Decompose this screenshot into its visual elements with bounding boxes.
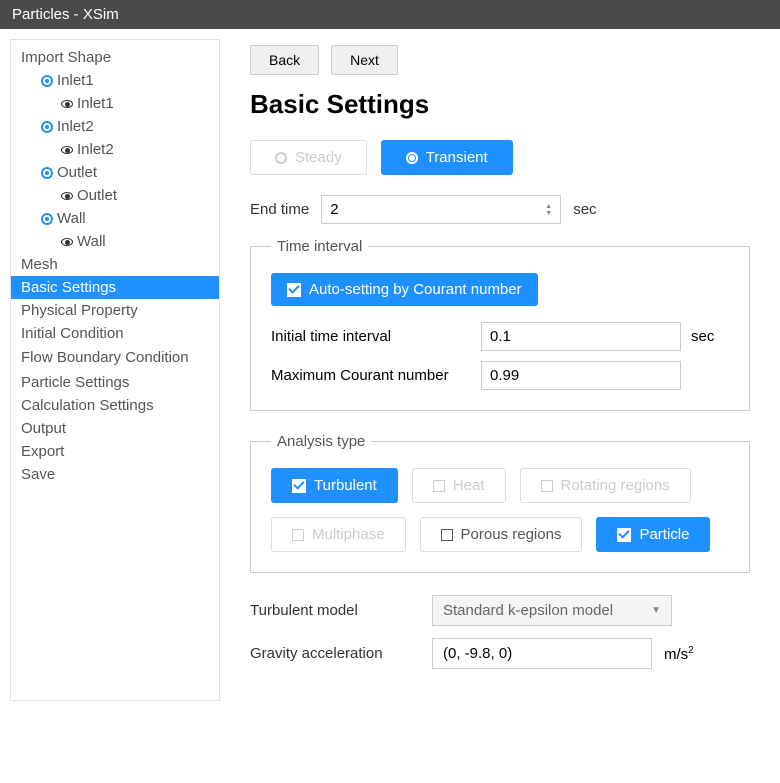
visibility-icon[interactable] xyxy=(41,213,53,225)
visibility-icon[interactable] xyxy=(61,146,73,154)
max-courant-input[interactable] xyxy=(481,361,681,390)
initial-interval-unit: sec xyxy=(691,328,714,345)
gravity-label: Gravity acceleration xyxy=(250,645,420,662)
analysis-heat-toggle: Heat xyxy=(412,468,506,503)
sidebar-item-calculation-settings[interactable]: Calculation Settings xyxy=(11,394,219,417)
sidebar-item-inlet1-child[interactable]: Inlet1 xyxy=(11,92,219,115)
sidebar-item-initial-condition[interactable]: Initial Condition xyxy=(11,322,219,345)
visibility-icon[interactable] xyxy=(41,167,53,179)
mode-transient-radio[interactable]: Transient xyxy=(381,140,513,175)
sidebar-item-inlet1[interactable]: Inlet1 xyxy=(11,69,219,92)
main-panel: Back Next Basic Settings Steady Transien… xyxy=(230,39,770,701)
time-interval-fieldset: Time interval Auto-setting by Courant nu… xyxy=(250,238,750,411)
checkmark-icon xyxy=(292,479,306,493)
sidebar-item-mesh[interactable]: Mesh xyxy=(11,253,219,276)
checkbox-icon xyxy=(433,480,445,492)
checkmark-icon xyxy=(617,528,631,542)
sidebar-item-wall-child[interactable]: Wall xyxy=(11,230,219,253)
analysis-porous-toggle[interactable]: Porous regions xyxy=(420,517,583,552)
turbulent-model-label: Turbulent model xyxy=(250,602,420,619)
back-button[interactable]: Back xyxy=(250,45,319,75)
radio-icon xyxy=(275,152,287,164)
sidebar-item-save[interactable]: Save xyxy=(11,463,219,486)
end-time-unit: sec xyxy=(573,201,596,218)
sidebar-item-particle-settings[interactable]: Particle Settings xyxy=(11,371,219,394)
end-time-spinner[interactable]: ▲▼ xyxy=(545,203,552,217)
spinner-down-icon[interactable]: ▼ xyxy=(545,210,552,217)
end-time-label: End time xyxy=(250,201,309,218)
analysis-particle-toggle[interactable]: Particle xyxy=(596,517,710,552)
analysis-type-legend: Analysis type xyxy=(271,433,371,450)
chevron-down-icon: ▼ xyxy=(651,605,661,616)
analysis-multiphase-toggle: Multiphase xyxy=(271,517,406,552)
sidebar-item-outlet-child[interactable]: Outlet xyxy=(11,184,219,207)
analysis-turbulent-toggle[interactable]: Turbulent xyxy=(271,468,398,503)
checkbox-icon xyxy=(292,529,304,541)
checkmark-icon xyxy=(287,283,301,297)
analysis-rotating-toggle: Rotating regions xyxy=(520,468,691,503)
sidebar-item-wall[interactable]: Wall xyxy=(11,207,219,230)
mode-steady-radio: Steady xyxy=(250,140,367,175)
sidebar-item-inlet2-child[interactable]: Inlet2 xyxy=(11,138,219,161)
auto-courant-toggle[interactable]: Auto-setting by Courant number xyxy=(271,273,538,306)
sidebar-item-physical-property[interactable]: Physical Property xyxy=(11,299,219,322)
checkbox-icon xyxy=(441,529,453,541)
visibility-icon[interactable] xyxy=(61,100,73,108)
sidebar-item-output[interactable]: Output xyxy=(11,417,219,440)
sidebar: Import Shape Inlet1 Inlet1 Inlet2 Inlet2… xyxy=(10,39,220,701)
sidebar-item-flow-boundary[interactable]: Flow Boundary Condition xyxy=(11,345,219,371)
turbulent-model-select[interactable]: Standard k-epsilon model ▼ xyxy=(432,595,672,626)
analysis-type-fieldset: Analysis type Turbulent Heat Rotating re… xyxy=(250,433,750,573)
sidebar-item-export[interactable]: Export xyxy=(11,440,219,463)
next-button[interactable]: Next xyxy=(331,45,398,75)
gravity-input[interactable] xyxy=(432,638,652,669)
window-titlebar: Particles - XSim xyxy=(0,0,780,29)
sidebar-item-import-shape[interactable]: Import Shape xyxy=(11,46,219,69)
end-time-input-wrapper: ▲▼ xyxy=(321,195,561,224)
window-title: Particles - XSim xyxy=(12,6,119,23)
visibility-icon[interactable] xyxy=(61,238,73,246)
sidebar-item-inlet2[interactable]: Inlet2 xyxy=(11,115,219,138)
end-time-input[interactable] xyxy=(330,201,545,218)
sidebar-item-basic-settings[interactable]: Basic Settings xyxy=(11,276,219,299)
max-courant-label: Maximum Courant number xyxy=(271,367,471,384)
radio-icon xyxy=(406,152,418,164)
gravity-unit: m/s2 xyxy=(664,645,694,663)
initial-interval-label: Initial time interval xyxy=(271,328,471,345)
time-interval-legend: Time interval xyxy=(271,238,368,255)
visibility-icon[interactable] xyxy=(41,75,53,87)
spinner-up-icon[interactable]: ▲ xyxy=(545,203,552,210)
page-title: Basic Settings xyxy=(250,89,750,120)
sidebar-item-outlet[interactable]: Outlet xyxy=(11,161,219,184)
visibility-icon[interactable] xyxy=(61,192,73,200)
visibility-icon[interactable] xyxy=(41,121,53,133)
checkbox-icon xyxy=(541,480,553,492)
initial-interval-input[interactable] xyxy=(481,322,681,351)
